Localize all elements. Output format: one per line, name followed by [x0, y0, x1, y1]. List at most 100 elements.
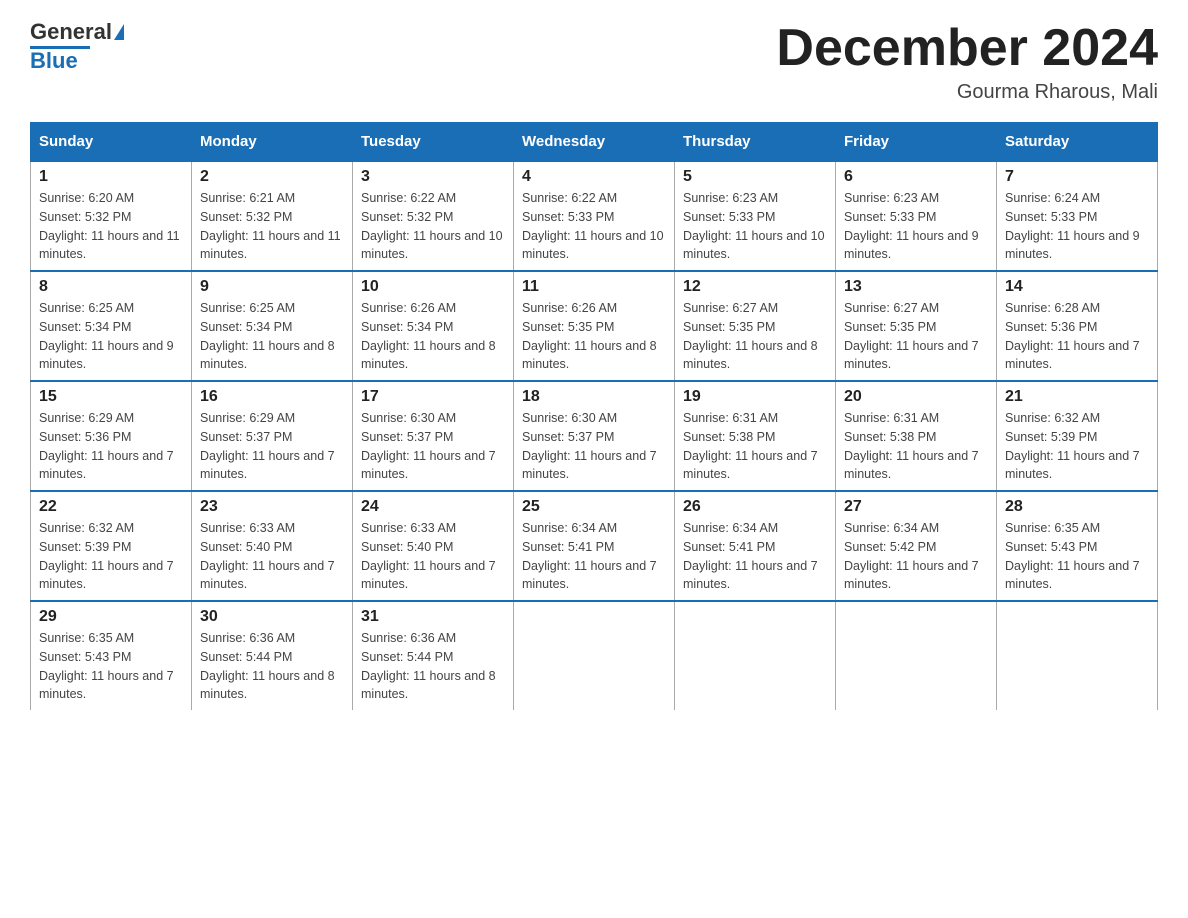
day-info: Sunrise: 6:31 AMSunset: 5:38 PMDaylight:…: [683, 411, 818, 481]
day-number: 18: [522, 388, 666, 406]
table-row: 4 Sunrise: 6:22 AMSunset: 5:33 PMDayligh…: [514, 161, 675, 271]
day-number: 8: [39, 278, 183, 296]
day-info: Sunrise: 6:23 AMSunset: 5:33 PMDaylight:…: [683, 191, 825, 261]
table-row: 17 Sunrise: 6:30 AMSunset: 5:37 PMDaylig…: [353, 381, 514, 491]
col-wednesday: Wednesday: [514, 123, 675, 162]
day-info: Sunrise: 6:21 AMSunset: 5:32 PMDaylight:…: [200, 191, 341, 261]
logo-triangle-icon: [114, 24, 124, 40]
table-row: 7 Sunrise: 6:24 AMSunset: 5:33 PMDayligh…: [997, 161, 1158, 271]
day-info: Sunrise: 6:24 AMSunset: 5:33 PMDaylight:…: [1005, 191, 1140, 261]
month-title: December 2024: [776, 20, 1158, 77]
table-row: 20 Sunrise: 6:31 AMSunset: 5:38 PMDaylig…: [836, 381, 997, 491]
day-number: 25: [522, 498, 666, 516]
logo-general: General: [30, 20, 112, 44]
logo-blue: Blue: [30, 49, 78, 73]
table-row: 11 Sunrise: 6:26 AMSunset: 5:35 PMDaylig…: [514, 271, 675, 381]
table-row: 27 Sunrise: 6:34 AMSunset: 5:42 PMDaylig…: [836, 491, 997, 601]
col-sunday: Sunday: [31, 123, 192, 162]
table-row: 10 Sunrise: 6:26 AMSunset: 5:34 PMDaylig…: [353, 271, 514, 381]
day-number: 21: [1005, 388, 1149, 406]
day-info: Sunrise: 6:34 AMSunset: 5:41 PMDaylight:…: [522, 521, 657, 591]
day-number: 27: [844, 498, 988, 516]
calendar-week-row: 8 Sunrise: 6:25 AMSunset: 5:34 PMDayligh…: [31, 271, 1158, 381]
calendar-header-row: Sunday Monday Tuesday Wednesday Thursday…: [31, 123, 1158, 162]
day-number: 24: [361, 498, 505, 516]
table-row: 26 Sunrise: 6:34 AMSunset: 5:41 PMDaylig…: [675, 491, 836, 601]
col-thursday: Thursday: [675, 123, 836, 162]
col-saturday: Saturday: [997, 123, 1158, 162]
table-row: 14 Sunrise: 6:28 AMSunset: 5:36 PMDaylig…: [997, 271, 1158, 381]
table-row: 9 Sunrise: 6:25 AMSunset: 5:34 PMDayligh…: [192, 271, 353, 381]
calendar-week-row: 15 Sunrise: 6:29 AMSunset: 5:36 PMDaylig…: [31, 381, 1158, 491]
day-number: 12: [683, 278, 827, 296]
day-number: 11: [522, 278, 666, 296]
day-number: 17: [361, 388, 505, 406]
table-row: 2 Sunrise: 6:21 AMSunset: 5:32 PMDayligh…: [192, 161, 353, 271]
location-title: Gourma Rharous, Mali: [776, 81, 1158, 104]
day-number: 7: [1005, 168, 1149, 186]
day-number: 15: [39, 388, 183, 406]
table-row: 19 Sunrise: 6:31 AMSunset: 5:38 PMDaylig…: [675, 381, 836, 491]
day-number: 16: [200, 388, 344, 406]
day-number: 23: [200, 498, 344, 516]
day-info: Sunrise: 6:29 AMSunset: 5:37 PMDaylight:…: [200, 411, 335, 481]
table-row: 31 Sunrise: 6:36 AMSunset: 5:44 PMDaylig…: [353, 601, 514, 710]
day-number: 31: [361, 608, 505, 626]
table-row: 15 Sunrise: 6:29 AMSunset: 5:36 PMDaylig…: [31, 381, 192, 491]
table-row: [997, 601, 1158, 710]
table-row: 3 Sunrise: 6:22 AMSunset: 5:32 PMDayligh…: [353, 161, 514, 271]
table-row: 22 Sunrise: 6:32 AMSunset: 5:39 PMDaylig…: [31, 491, 192, 601]
day-info: Sunrise: 6:26 AMSunset: 5:34 PMDaylight:…: [361, 301, 496, 371]
day-number: 1: [39, 168, 183, 186]
title-block: December 2024 Gourma Rharous, Mali: [776, 20, 1158, 104]
day-info: Sunrise: 6:31 AMSunset: 5:38 PMDaylight:…: [844, 411, 979, 481]
day-info: Sunrise: 6:32 AMSunset: 5:39 PMDaylight:…: [1005, 411, 1140, 481]
table-row: [675, 601, 836, 710]
table-row: 5 Sunrise: 6:23 AMSunset: 5:33 PMDayligh…: [675, 161, 836, 271]
day-info: Sunrise: 6:34 AMSunset: 5:41 PMDaylight:…: [683, 521, 818, 591]
day-number: 14: [1005, 278, 1149, 296]
calendar-table: Sunday Monday Tuesday Wednesday Thursday…: [30, 122, 1158, 710]
day-info: Sunrise: 6:30 AMSunset: 5:37 PMDaylight:…: [522, 411, 657, 481]
table-row: 24 Sunrise: 6:33 AMSunset: 5:40 PMDaylig…: [353, 491, 514, 601]
table-row: 28 Sunrise: 6:35 AMSunset: 5:43 PMDaylig…: [997, 491, 1158, 601]
day-info: Sunrise: 6:33 AMSunset: 5:40 PMDaylight:…: [361, 521, 496, 591]
table-row: 23 Sunrise: 6:33 AMSunset: 5:40 PMDaylig…: [192, 491, 353, 601]
day-info: Sunrise: 6:35 AMSunset: 5:43 PMDaylight:…: [39, 631, 174, 701]
day-info: Sunrise: 6:30 AMSunset: 5:37 PMDaylight:…: [361, 411, 496, 481]
day-info: Sunrise: 6:28 AMSunset: 5:36 PMDaylight:…: [1005, 301, 1140, 371]
col-tuesday: Tuesday: [353, 123, 514, 162]
table-row: 8 Sunrise: 6:25 AMSunset: 5:34 PMDayligh…: [31, 271, 192, 381]
table-row: 29 Sunrise: 6:35 AMSunset: 5:43 PMDaylig…: [31, 601, 192, 710]
calendar-week-row: 22 Sunrise: 6:32 AMSunset: 5:39 PMDaylig…: [31, 491, 1158, 601]
day-number: 3: [361, 168, 505, 186]
day-info: Sunrise: 6:26 AMSunset: 5:35 PMDaylight:…: [522, 301, 657, 371]
day-number: 6: [844, 168, 988, 186]
day-info: Sunrise: 6:23 AMSunset: 5:33 PMDaylight:…: [844, 191, 979, 261]
table-row: 21 Sunrise: 6:32 AMSunset: 5:39 PMDaylig…: [997, 381, 1158, 491]
day-number: 20: [844, 388, 988, 406]
table-row: [836, 601, 997, 710]
day-number: 10: [361, 278, 505, 296]
day-info: Sunrise: 6:36 AMSunset: 5:44 PMDaylight:…: [361, 631, 496, 701]
day-number: 13: [844, 278, 988, 296]
day-info: Sunrise: 6:33 AMSunset: 5:40 PMDaylight:…: [200, 521, 335, 591]
day-number: 30: [200, 608, 344, 626]
day-number: 29: [39, 608, 183, 626]
day-info: Sunrise: 6:36 AMSunset: 5:44 PMDaylight:…: [200, 631, 335, 701]
day-info: Sunrise: 6:22 AMSunset: 5:33 PMDaylight:…: [522, 191, 664, 261]
day-number: 5: [683, 168, 827, 186]
table-row: 6 Sunrise: 6:23 AMSunset: 5:33 PMDayligh…: [836, 161, 997, 271]
day-number: 2: [200, 168, 344, 186]
day-info: Sunrise: 6:35 AMSunset: 5:43 PMDaylight:…: [1005, 521, 1140, 591]
day-number: 4: [522, 168, 666, 186]
col-friday: Friday: [836, 123, 997, 162]
day-info: Sunrise: 6:27 AMSunset: 5:35 PMDaylight:…: [683, 301, 818, 371]
day-info: Sunrise: 6:29 AMSunset: 5:36 PMDaylight:…: [39, 411, 174, 481]
table-row: 25 Sunrise: 6:34 AMSunset: 5:41 PMDaylig…: [514, 491, 675, 601]
day-number: 19: [683, 388, 827, 406]
table-row: 12 Sunrise: 6:27 AMSunset: 5:35 PMDaylig…: [675, 271, 836, 381]
table-row: [514, 601, 675, 710]
day-number: 22: [39, 498, 183, 516]
table-row: 13 Sunrise: 6:27 AMSunset: 5:35 PMDaylig…: [836, 271, 997, 381]
